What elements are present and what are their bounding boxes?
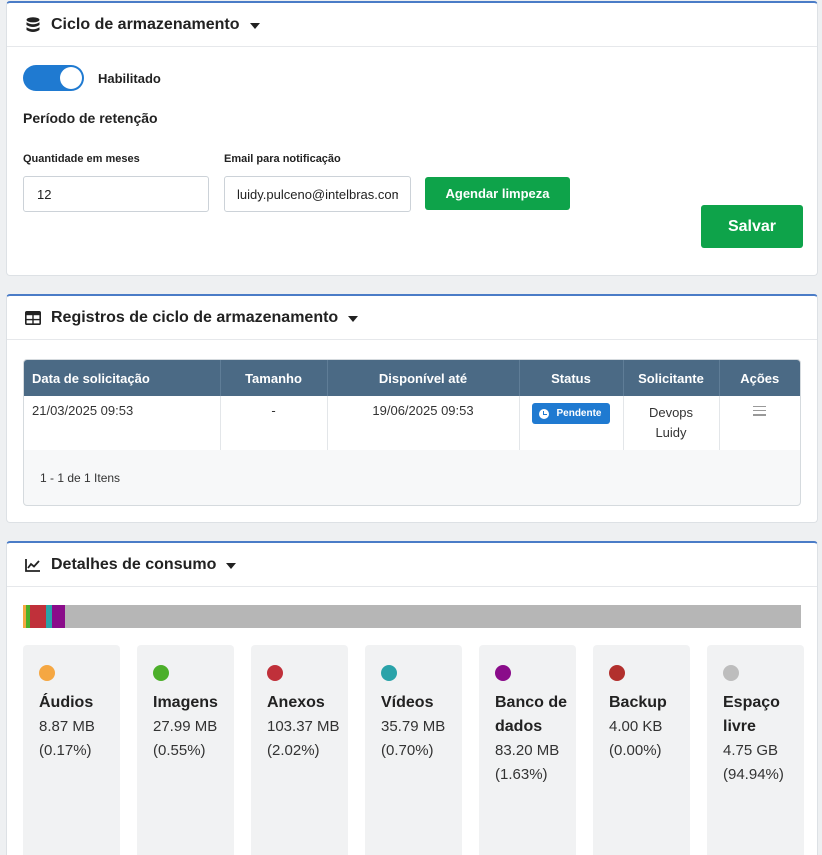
card-name: Espaço livre xyxy=(723,694,780,735)
cell-actions xyxy=(719,396,800,450)
color-dot-icon xyxy=(39,665,55,681)
storage-cycle-title: Ciclo de armazenamento xyxy=(51,15,240,33)
card-percent: (1.63%) xyxy=(495,766,548,783)
card-percent: (0.17%) xyxy=(39,742,92,759)
card-percent: (94.94%) xyxy=(723,766,784,783)
card-name: Imagens xyxy=(153,694,218,711)
status-text: Pendente xyxy=(556,408,602,419)
cell-status: Pendente xyxy=(519,396,624,450)
card-value: 35.79 MB xyxy=(381,718,446,735)
clock-icon xyxy=(539,408,550,419)
retention-title: Período de retenção xyxy=(23,110,158,126)
requester-line2: Luidy xyxy=(655,425,687,440)
consumption-card: Espaço livre 4.75 GB (94.94%) xyxy=(707,645,804,855)
usage-segment xyxy=(30,605,47,628)
cell-requester: Devops Luidy xyxy=(623,396,720,450)
card-value: 8.87 MB xyxy=(39,718,95,735)
consumption-card: Vídeos 35.79 MB (0.70%) xyxy=(365,645,462,855)
requester-line1: Devops xyxy=(648,405,694,420)
consumption-header[interactable]: Detalhes de consumo xyxy=(7,543,817,587)
records-table: Data de solicitação Tamanho Disponível a… xyxy=(23,359,801,506)
col-available-until[interactable]: Disponível até xyxy=(327,360,520,396)
consumption-card: Anexos 103.37 MB (2.02%) xyxy=(251,645,348,855)
line-chart-icon xyxy=(25,557,41,573)
consumption-card: Imagens 27.99 MB (0.55%) xyxy=(137,645,234,855)
cell-available-until: 19/06/2025 09:53 xyxy=(327,396,520,450)
cell-request-date: 21/03/2025 09:53 xyxy=(24,396,221,450)
table-row: 21/03/2025 09:53 - 19/06/2025 09:53 Pend… xyxy=(24,396,800,450)
storage-cycle-panel: Ciclo de armazenamento Habilitado Períod… xyxy=(6,1,818,276)
card-name: Anexos xyxy=(267,694,325,711)
card-value: 83.20 MB xyxy=(495,742,560,759)
color-dot-icon xyxy=(381,665,397,681)
consumption-title: Detalhes de consumo xyxy=(51,555,217,573)
color-dot-icon xyxy=(267,665,283,681)
records-title: Registros de ciclo de armazenamento xyxy=(51,308,339,326)
color-dot-icon xyxy=(495,665,511,681)
save-button[interactable]: Salvar xyxy=(701,205,803,248)
months-input[interactable] xyxy=(23,176,209,212)
cell-size: - xyxy=(220,396,328,450)
months-label: Quantidade em meses xyxy=(23,153,140,165)
consumption-card: Banco de dados 83.20 MB (1.63%) xyxy=(479,645,576,855)
table-icon xyxy=(25,310,41,326)
card-name: Vídeos xyxy=(381,694,434,711)
card-value: 4.00 KB xyxy=(609,718,663,735)
usage-bar xyxy=(23,605,801,628)
enabled-label: Habilitado xyxy=(98,71,161,86)
card-name: Banco de dados xyxy=(495,694,568,735)
chevron-down-icon[interactable] xyxy=(226,562,237,569)
storage-cycle-header[interactable]: Ciclo de armazenamento xyxy=(7,3,817,47)
usage-segment xyxy=(51,605,65,628)
col-actions: Ações xyxy=(719,360,800,396)
col-status[interactable]: Status xyxy=(519,360,624,396)
consumption-cards: Áudios 8.87 MB (0.17%) Imagens 27.99 MB (0.55… xyxy=(23,645,804,855)
card-value: 27.99 MB xyxy=(153,718,218,735)
color-dot-icon xyxy=(153,665,169,681)
status-badge: Pendente xyxy=(532,403,610,424)
card-name: Áudios xyxy=(39,694,94,711)
pager-info: 1 - 1 de 1 Itens xyxy=(40,471,121,485)
card-name: Backup xyxy=(609,694,667,711)
enabled-toggle[interactable] xyxy=(23,65,84,91)
records-panel: Registros de ciclo de armazenamento Data… xyxy=(6,294,818,523)
hamburger-menu-icon[interactable] xyxy=(753,403,767,418)
chevron-down-icon[interactable] xyxy=(348,315,359,322)
consumption-card: Backup 4.00 KB (0.00%) xyxy=(593,645,690,855)
card-percent: (0.70%) xyxy=(381,742,434,759)
consumption-panel: Detalhes de consumo Áudios 8.87 MB (0.17%)… xyxy=(6,541,818,855)
email-input[interactable] xyxy=(224,176,411,212)
email-label: Email para notificação xyxy=(224,153,341,165)
card-percent: (0.55%) xyxy=(153,742,206,759)
col-request-date[interactable]: Data de solicitação xyxy=(24,360,221,396)
card-percent: (2.02%) xyxy=(267,742,320,759)
schedule-cleanup-button[interactable]: Agendar limpeza xyxy=(425,177,570,210)
consumption-card: Áudios 8.87 MB (0.17%) xyxy=(23,645,120,855)
database-icon xyxy=(25,16,41,33)
card-percent: (0.00%) xyxy=(609,742,662,759)
table-header-row: Data de solicitação Tamanho Disponível a… xyxy=(24,360,800,396)
col-requester[interactable]: Solicitante xyxy=(623,360,720,396)
color-dot-icon xyxy=(609,665,625,681)
chevron-down-icon[interactable] xyxy=(249,22,260,29)
toggle-knob xyxy=(60,67,82,89)
col-size[interactable]: Tamanho xyxy=(220,360,328,396)
card-value: 4.75 GB xyxy=(723,742,779,759)
color-dot-icon xyxy=(723,665,739,681)
card-value: 103.37 MB xyxy=(267,718,340,735)
records-header[interactable]: Registros de ciclo de armazenamento xyxy=(7,296,817,340)
